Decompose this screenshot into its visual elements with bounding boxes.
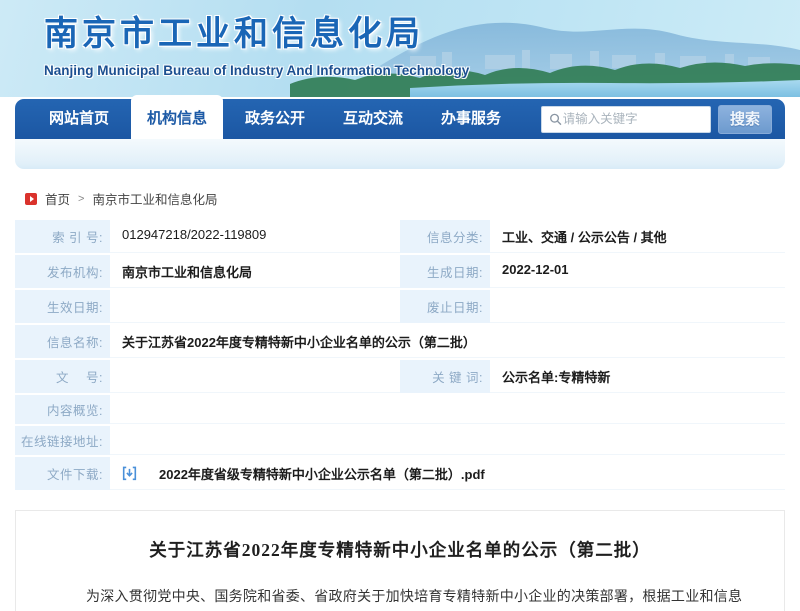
site-banner: 南京市工业和信息化局 Nanjing Municipal Bureau of I… — [0, 0, 800, 97]
content-overview — [110, 395, 785, 424]
info-title: 关于江苏省2022年度专精特新中小企业名单的公示（第二批） — [110, 325, 785, 358]
table-row: 信息名称: 关于江苏省2022年度专精特新中小企业名单的公示（第二批） — [15, 323, 785, 358]
attachment-file-link[interactable]: 2022年度省级专精特新中小企业公示名单（第二批）.pdf — [159, 464, 485, 483]
tab-home[interactable]: 网站首页 — [33, 99, 125, 139]
expiry-date — [490, 290, 785, 323]
search-icon — [549, 112, 563, 127]
table-row: 发布机构: 南京市工业和信息化局 生成日期: 2022-12-01 — [15, 253, 785, 288]
home-icon — [25, 193, 37, 205]
index-number: 012947218/2022-119809 — [110, 220, 400, 253]
breadcrumb-home[interactable]: 首页 — [45, 189, 70, 208]
doc-number — [110, 360, 400, 393]
row-label: 索 引 号: — [15, 220, 110, 253]
row-label: 发布机构: — [15, 255, 110, 288]
row-label: 生效日期: — [15, 290, 110, 323]
main-navigation: 网站首页 机构信息 政务公开 互动交流 办事服务 搜索 — [15, 99, 785, 169]
keywords: 公示名单:专精特新 — [490, 360, 785, 393]
download-icon[interactable] — [122, 466, 137, 481]
row-label: 文 号: — [15, 360, 110, 393]
article-body: 关于江苏省2022年度专精特新中小企业名单的公示（第二批） 为深入贯彻党中央、国… — [15, 510, 785, 611]
site-title-english: Nanjing Municipal Bureau of Industry And… — [44, 63, 469, 78]
row-label: 文件下载: — [15, 457, 110, 490]
table-row: 索 引 号: 012947218/2022-119809 信息分类: 工业、交通… — [15, 220, 785, 253]
row-label: 信息分类: — [400, 220, 490, 253]
row-label: 内容概览: — [15, 395, 110, 424]
effective-date — [110, 290, 400, 323]
article-title: 关于江苏省2022年度专精特新中小企业名单的公示（第二批） — [58, 537, 742, 562]
table-row: 文 号: 关 键 词: 公示名单:专精特新 — [15, 358, 785, 393]
breadcrumb-current[interactable]: 南京市工业和信息化局 — [92, 189, 217, 208]
article-paragraph: 为深入贯彻党中央、国务院和省委、省政府关于加快培育专精特新中小企业的决策部署，根… — [58, 584, 742, 611]
info-category: 工业、交通 / 公示公告 / 其他 — [490, 220, 785, 253]
table-row: 内容概览: — [15, 393, 785, 424]
site-title: 南京市工业和信息化局 — [44, 6, 469, 55]
table-row: 生效日期: 废止日期: — [15, 288, 785, 323]
tab-org-info[interactable]: 机构信息 — [131, 95, 223, 139]
row-label: 生成日期: — [400, 255, 490, 288]
row-label: 在线链接地址: — [15, 426, 110, 455]
tab-gov-affairs[interactable]: 政务公开 — [229, 99, 321, 139]
search-box[interactable] — [541, 106, 711, 133]
search-input[interactable] — [563, 112, 703, 126]
table-row: 在线链接地址: — [15, 424, 785, 455]
tab-interaction[interactable]: 互动交流 — [327, 99, 419, 139]
row-label: 信息名称: — [15, 325, 110, 358]
document-info-table: 索 引 号: 012947218/2022-119809 信息分类: 工业、交通… — [15, 220, 785, 490]
tab-services[interactable]: 办事服务 — [425, 99, 517, 139]
publish-date: 2022-12-01 — [490, 255, 785, 288]
search-button[interactable]: 搜索 — [718, 105, 772, 134]
online-link — [110, 426, 785, 455]
nav-subbar — [15, 139, 785, 169]
publisher: 南京市工业和信息化局 — [110, 255, 400, 288]
breadcrumb: 首页 > 南京市工业和信息化局 — [25, 189, 775, 208]
row-label: 关 键 词: — [400, 360, 490, 393]
row-label: 废止日期: — [400, 290, 490, 323]
table-row: 文件下载: 2022年度省级专精特新中小企业公示名单（第二批）.pdf — [15, 455, 785, 490]
breadcrumb-separator: > — [78, 193, 84, 205]
